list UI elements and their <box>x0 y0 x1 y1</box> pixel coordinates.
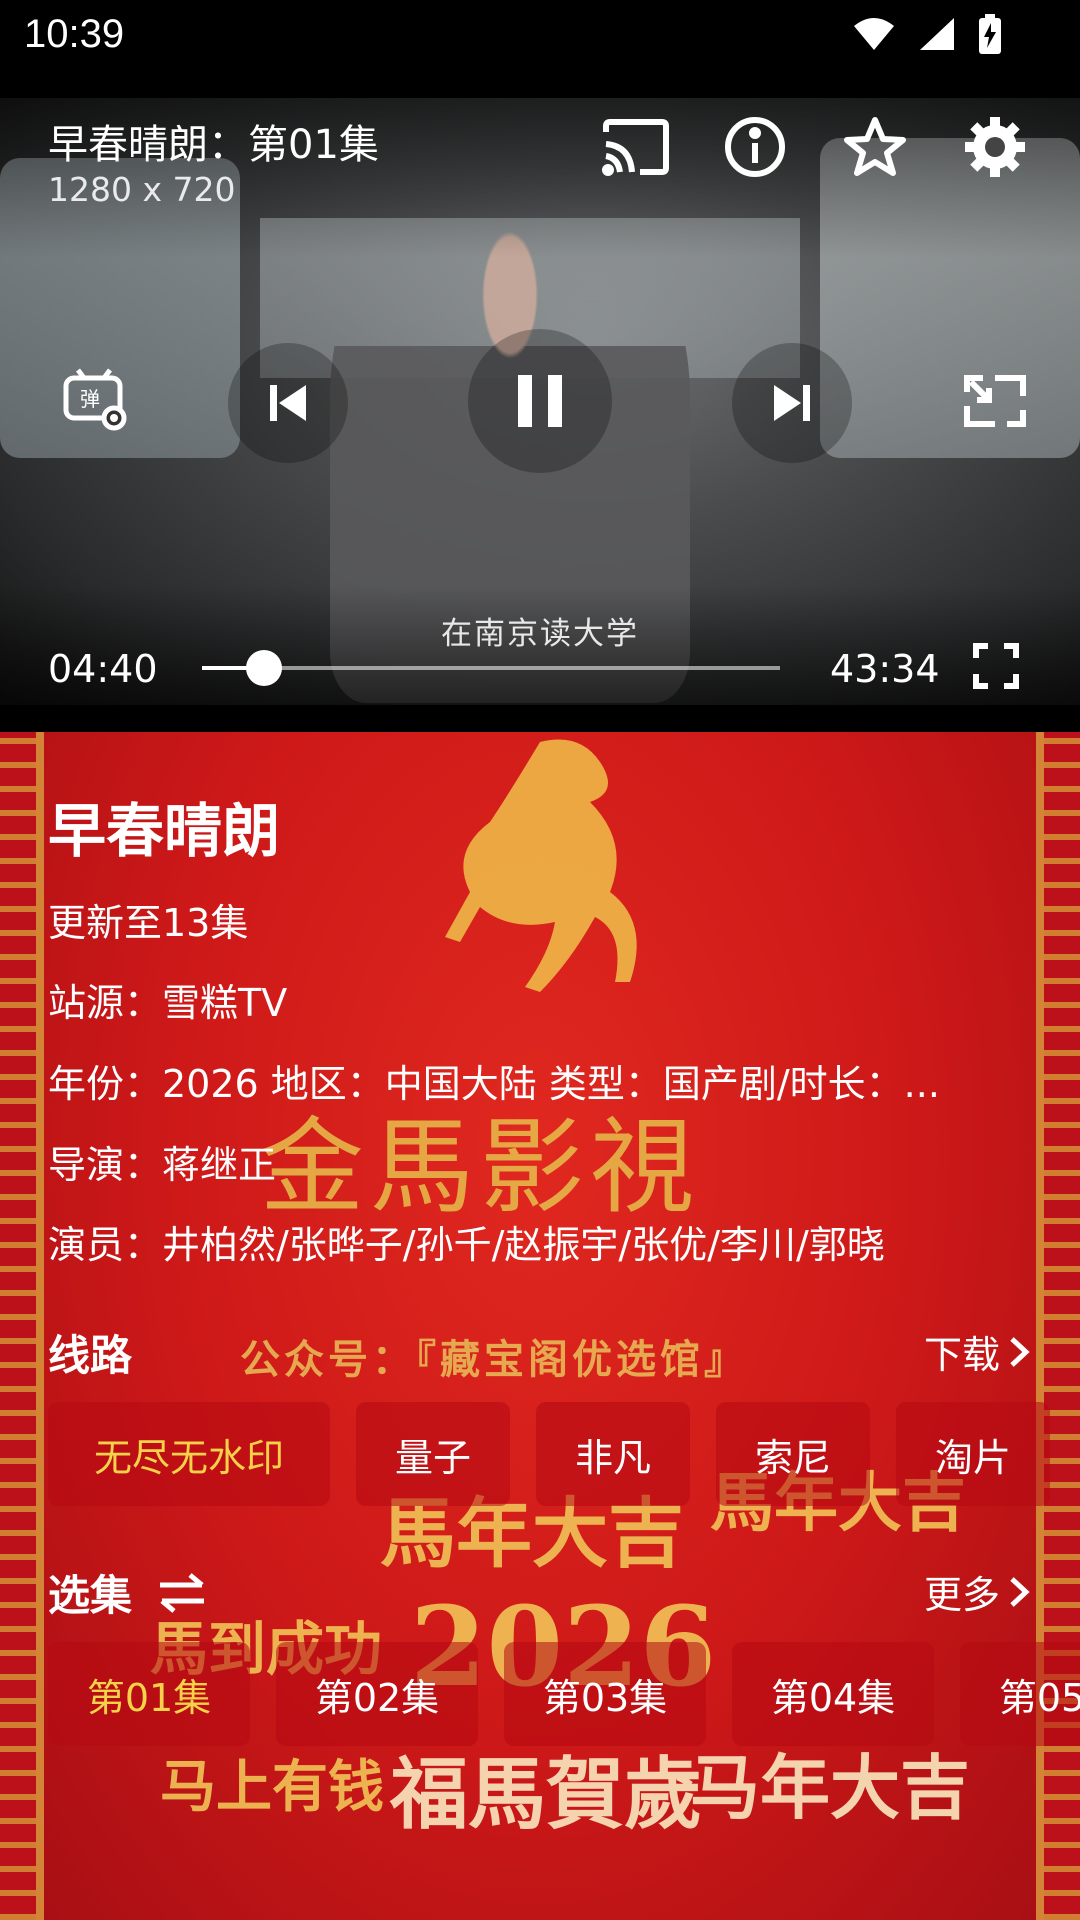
more-episodes-link[interactable]: 更多 <box>924 1564 1030 1619</box>
line-item[interactable]: 非凡 <box>536 1402 690 1506</box>
danmaku-settings-icon[interactable]: 弹 <box>60 364 130 434</box>
episodes-section-header: 选集 <box>48 1562 208 1623</box>
svg-text:弹: 弹 <box>80 387 100 411</box>
cast-info: 演员：井柏然/张晔子/孙千/赵振宇/张优/李川/郭晓 <box>48 1223 885 1267</box>
episode-item[interactable]: 第04集 <box>732 1642 934 1746</box>
episode-item[interactable]: 第01集 <box>48 1642 250 1746</box>
skip-next-icon <box>774 385 810 421</box>
picture-in-picture-icon[interactable] <box>960 366 1030 436</box>
update-status: 更新至13集 <box>48 901 249 945</box>
greeting-art: 福馬賀歲 <box>390 1749 703 1840</box>
line-item[interactable]: 无尽无水印 <box>48 1402 330 1506</box>
skip-previous-icon <box>270 385 306 421</box>
fullscreen-icon[interactable] <box>966 636 1026 696</box>
detail-panel: 金馬影視 馬年大吉 馬年大吉 2026 馬到成功 马上有钱 福馬賀歲 马年大吉 … <box>0 732 1080 1920</box>
source-info: 站源：雪糕TV <box>48 981 288 1025</box>
pause-icon <box>518 375 562 427</box>
lines-section-label: 线路 <box>48 1331 133 1380</box>
slogan-watermark: 公众号：『藏宝阁优选馆』 <box>240 1337 748 1383</box>
cast-icon[interactable] <box>600 112 670 182</box>
seek-bar[interactable] <box>202 650 780 686</box>
battery-icon <box>979 14 1001 54</box>
total-time: 43:34 <box>830 647 940 691</box>
swap-order-icon[interactable] <box>156 1571 208 1615</box>
divider <box>0 705 1080 732</box>
line-item[interactable]: 量子 <box>356 1402 510 1506</box>
seek-thumb[interactable] <box>245 650 282 686</box>
episode-list: 第01集 第02集 第03集 第04集 第05集 <box>48 1642 1080 1746</box>
video-resolution: 1280 x 720 <box>48 170 236 209</box>
pause-button[interactable] <box>468 329 612 473</box>
status-bar: 10:39 <box>0 0 1080 98</box>
favorite-star-icon[interactable] <box>840 112 910 182</box>
previous-episode-button[interactable] <box>228 343 348 463</box>
episode-item[interactable]: 第05集 <box>960 1642 1080 1746</box>
status-icons <box>852 14 1002 54</box>
greeting-art: 马年大吉 <box>690 1746 970 1829</box>
meta-info: 年份：2026 地区：中国大陆 类型：国产剧/时长：... <box>48 1062 940 1106</box>
greeting-art: 马上有钱 <box>160 1754 384 1820</box>
line-item[interactable]: 淘片 <box>896 1402 1050 1506</box>
line-list: 无尽无水印 量子 非凡 索尼 淘片 <box>48 1402 1050 1506</box>
episode-item[interactable]: 第02集 <box>276 1642 478 1746</box>
chevron-right-icon <box>1010 1336 1030 1367</box>
current-time: 04:40 <box>48 647 158 691</box>
download-label: 下载 <box>923 1333 1000 1377</box>
signal-icon <box>920 18 954 50</box>
video-title: 早春晴朗：第01集 <box>48 122 379 168</box>
episodes-section-label: 选集 <box>48 1571 133 1620</box>
status-time: 10:39 <box>24 12 125 56</box>
download-link[interactable]: 下载 <box>924 1324 1030 1379</box>
horse-logo-icon <box>445 739 637 992</box>
settings-gear-icon[interactable] <box>960 112 1030 182</box>
show-title: 早春晴朗 <box>48 797 281 865</box>
more-label: 更多 <box>923 1573 1000 1617</box>
decorative-border <box>0 732 44 1920</box>
episode-item[interactable]: 第03集 <box>504 1642 706 1746</box>
director-info: 导演：蒋继正 <box>48 1143 277 1187</box>
wifi-icon <box>854 18 894 50</box>
line-item[interactable]: 索尼 <box>716 1402 870 1506</box>
info-icon[interactable] <box>720 112 790 182</box>
chevron-right-icon <box>1010 1576 1030 1607</box>
next-episode-button[interactable] <box>732 343 852 463</box>
